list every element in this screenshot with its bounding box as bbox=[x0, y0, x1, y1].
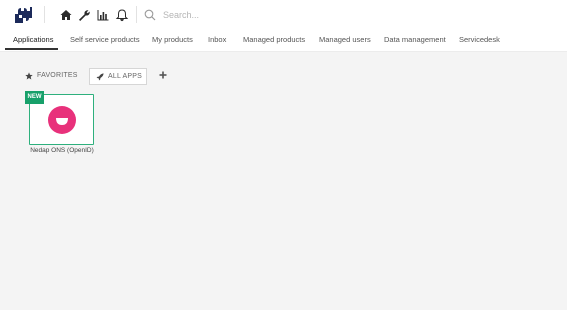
search-box[interactable] bbox=[144, 6, 344, 24]
wrench-icon[interactable] bbox=[77, 8, 91, 22]
tab-my-products[interactable]: My products bbox=[152, 35, 193, 44]
header-divider bbox=[44, 6, 45, 23]
add-filter-button[interactable] bbox=[158, 70, 168, 80]
tab-managed-products[interactable]: Managed products bbox=[243, 35, 305, 44]
tab-self-service-products[interactable]: Self service products bbox=[70, 35, 140, 44]
tab-applications[interactable]: Applications bbox=[13, 35, 53, 44]
active-tab-indicator bbox=[5, 48, 58, 50]
plus-icon bbox=[159, 71, 167, 79]
app-name-label: Nedap ONS (OpenID) bbox=[30, 147, 94, 154]
search-icon bbox=[144, 9, 156, 21]
bar-chart-icon[interactable] bbox=[96, 8, 110, 22]
all-apps-button[interactable]: ALL APPS bbox=[89, 68, 147, 85]
puzzle-logo-icon[interactable] bbox=[13, 5, 33, 25]
search-input[interactable] bbox=[163, 6, 333, 24]
star-icon bbox=[25, 72, 33, 80]
tab-inbox[interactable]: Inbox bbox=[208, 35, 226, 44]
new-badge: NEW bbox=[25, 91, 44, 104]
nedap-ons-logo-icon bbox=[48, 106, 76, 134]
all-apps-label: ALL APPS bbox=[108, 73, 143, 80]
tab-servicedesk[interactable]: Servicedesk bbox=[459, 35, 500, 44]
tab-data-management[interactable]: Data management bbox=[384, 35, 446, 44]
bell-icon[interactable] bbox=[115, 8, 129, 22]
favorites-button[interactable]: FAVORITES bbox=[22, 68, 80, 84]
main-tabs: Applications Self service products My pr… bbox=[0, 30, 567, 52]
header-divider bbox=[136, 6, 137, 23]
rocket-icon bbox=[96, 73, 104, 81]
home-icon[interactable] bbox=[59, 8, 73, 22]
top-bar bbox=[0, 0, 567, 30]
tab-managed-users[interactable]: Managed users bbox=[319, 35, 371, 44]
favorites-label: FAVORITES bbox=[37, 72, 78, 79]
